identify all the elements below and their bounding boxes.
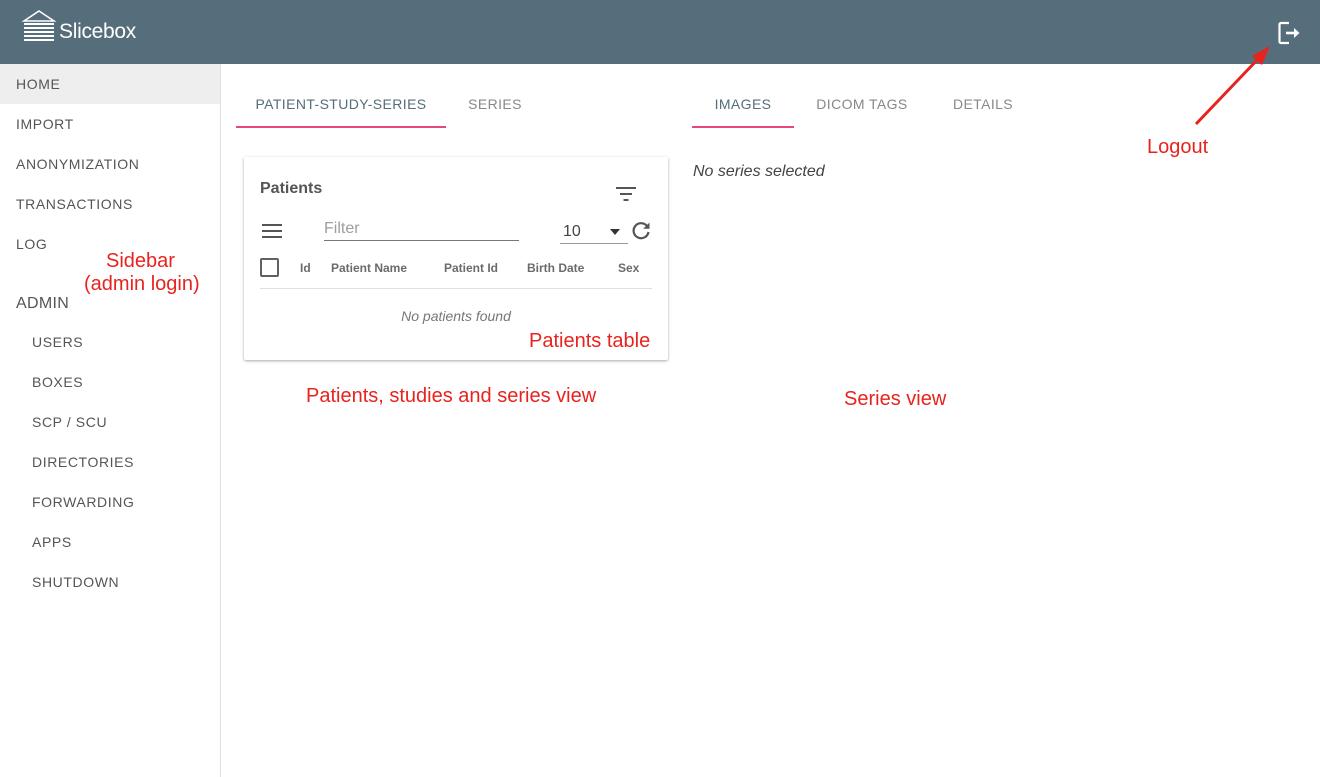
sidebar-item-scp-scu[interactable]: SCP / SCU [0,402,220,442]
empty-table-message: No patients found [401,308,511,324]
sidebar-item-transactions[interactable]: TRANSACTIONS [0,184,220,224]
logout-icon[interactable] [1277,20,1303,46]
annotation-sidebar: Sidebar [106,250,175,272]
slicebox-logo-icon[interactable] [22,10,56,44]
sidebar-item-forwarding[interactable]: FORWARDING [0,482,220,522]
page-size-select[interactable]: 10 [560,219,628,244]
sidebar-item-shutdown[interactable]: SHUTDOWN [0,562,220,602]
page-size-value: 10 [563,223,581,240]
column-header-birth-date[interactable]: Birth Date [527,261,584,275]
patients-card-title: Patients [260,180,323,197]
tab-dicom-tags[interactable]: DICOM TAGS [802,84,922,128]
patient-filter-input[interactable] [324,217,519,241]
app-title: Slicebox [59,20,136,43]
tab-patient-study-series[interactable]: PATIENT-STUDY-SERIES [236,84,446,128]
sidebar-item-boxes[interactable]: BOXES [0,362,220,402]
annotation-logout: Logout [1147,136,1209,158]
annotation-sidebar-admin-login: (admin login) [84,273,200,295]
menu-icon[interactable] [260,219,284,243]
sidebar: HOME IMPORT ANONYMIZATION TRANSACTIONS L… [0,64,221,777]
top-app-bar: Slicebox [0,0,1320,64]
column-header-sex[interactable]: Sex [618,261,639,275]
sidebar-item-directories[interactable]: DIRECTORIES [0,442,220,482]
annotation-patients-table: Patients table [529,330,651,352]
admin-section-header: ADMIN [16,295,70,312]
tab-images[interactable]: IMAGES [692,84,794,128]
dropdown-arrow-icon [610,229,620,235]
select-all-checkbox[interactable] [260,258,279,277]
column-header-patient-id[interactable]: Patient Id [444,261,498,275]
annotation-series-view: Series view [844,388,947,410]
filter-list-icon[interactable] [614,184,638,204]
sidebar-item-home[interactable]: HOME [0,64,220,104]
annotation-pss-view: Patients, studies and series view [306,385,597,407]
column-header-patient-name[interactable]: Patient Name [331,261,407,275]
sidebar-item-anonymization[interactable]: ANONYMIZATION [0,144,220,184]
sidebar-item-users[interactable]: USERS [0,322,220,362]
sidebar-item-apps[interactable]: APPS [0,522,220,562]
refresh-icon[interactable] [630,220,652,242]
tab-details[interactable]: DETAILS [938,84,1028,128]
tab-series[interactable]: SERIES [446,84,544,128]
no-series-message: No series selected [693,163,825,180]
sidebar-item-import[interactable]: IMPORT [0,104,220,144]
column-header-id[interactable]: Id [300,261,311,275]
table-divider [260,288,652,289]
